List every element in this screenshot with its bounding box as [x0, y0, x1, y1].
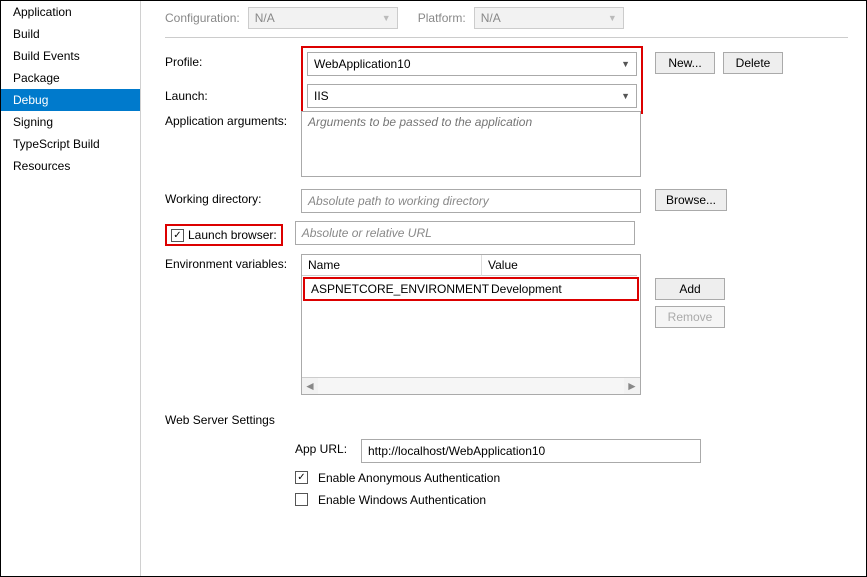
- profile-value: WebApplication10: [314, 57, 411, 71]
- env-row[interactable]: ASPNETCORE_ENVIRONMENT Development: [305, 279, 637, 299]
- launch-value: IIS: [314, 89, 329, 103]
- sidebar-item-typescript[interactable]: TypeScript Build: [1, 133, 140, 155]
- chevron-down-icon: ▼: [382, 13, 391, 23]
- scroll-track[interactable]: [318, 378, 624, 394]
- remove-button: Remove: [655, 306, 725, 328]
- windows-auth-label: Enable Windows Authentication: [318, 493, 486, 507]
- platform-label: Platform:: [418, 11, 466, 25]
- add-button[interactable]: Add: [655, 278, 725, 300]
- sidebar-item-application[interactable]: Application: [1, 1, 140, 23]
- config-platform-bar: Configuration: N/A ▼ Platform: N/A ▼: [165, 7, 848, 38]
- anonymous-auth-label: Enable Anonymous Authentication: [318, 471, 500, 485]
- working-directory-label: Working directory:: [165, 189, 295, 206]
- main-panel: Configuration: N/A ▼ Platform: N/A ▼ Pro…: [141, 1, 866, 576]
- platform-dropdown: N/A ▼: [474, 7, 624, 29]
- app-url-input[interactable]: http://localhost/WebApplication10: [361, 439, 701, 463]
- configuration-dropdown: N/A ▼: [248, 7, 398, 29]
- chevron-down-icon: ▼: [621, 91, 630, 101]
- anonymous-auth-checkbox[interactable]: [295, 471, 308, 484]
- chevron-down-icon: ▼: [621, 59, 630, 69]
- sidebar-item-signing[interactable]: Signing: [1, 111, 140, 133]
- launch-dropdown[interactable]: IIS ▼: [307, 84, 637, 108]
- chevron-down-icon: ▼: [608, 13, 617, 23]
- sidebar-item-build-events[interactable]: Build Events: [1, 45, 140, 67]
- browse-button[interactable]: Browse...: [655, 189, 727, 211]
- env-col-value: Value: [482, 255, 637, 276]
- profile-dropdown[interactable]: WebApplication10 ▼: [307, 52, 637, 76]
- working-directory-placeholder: Absolute path to working directory: [308, 194, 489, 208]
- launch-label: Launch:: [165, 86, 295, 103]
- launch-browser-placeholder: Absolute or relative URL: [302, 226, 432, 240]
- new-button[interactable]: New...: [655, 52, 715, 74]
- sidebar-item-package[interactable]: Package: [1, 67, 140, 89]
- launch-browser-checkbox[interactable]: [171, 229, 184, 242]
- web-server-section-title: Web Server Settings: [165, 413, 848, 427]
- app-arguments-input[interactable]: [301, 111, 641, 177]
- scroll-left-icon[interactable]: ◄: [302, 379, 318, 393]
- app-url-label: App URL:: [295, 439, 355, 456]
- settings-sidebar: Application Build Build Events Package D…: [1, 1, 141, 576]
- env-row-name: ASPNETCORE_ENVIRONMENT: [305, 279, 485, 299]
- delete-button[interactable]: Delete: [723, 52, 783, 74]
- configuration-label: Configuration:: [165, 11, 240, 25]
- profile-label: Profile:: [165, 52, 295, 69]
- env-scrollbar[interactable]: ◄ ►: [302, 377, 640, 394]
- launch-browser-input[interactable]: Absolute or relative URL: [295, 221, 635, 245]
- configuration-value: N/A: [255, 11, 275, 25]
- sidebar-item-resources[interactable]: Resources: [1, 155, 140, 177]
- scroll-right-icon[interactable]: ►: [624, 379, 640, 393]
- app-url-value: http://localhost/WebApplication10: [368, 444, 545, 458]
- windows-auth-checkbox[interactable]: [295, 493, 308, 506]
- launch-browser-label: Launch browser:: [188, 228, 277, 242]
- env-vars-label: Environment variables:: [165, 254, 295, 271]
- env-row-value: Development: [485, 279, 637, 299]
- platform-value: N/A: [481, 11, 501, 25]
- working-directory-input[interactable]: Absolute path to working directory: [301, 189, 641, 213]
- sidebar-item-debug[interactable]: Debug: [1, 89, 140, 111]
- app-arguments-label: Application arguments:: [165, 111, 295, 128]
- env-vars-table: Name Value ASPNETCORE_ENVIRONMENT Develo…: [301, 254, 641, 395]
- env-col-name: Name: [302, 255, 482, 276]
- sidebar-item-build[interactable]: Build: [1, 23, 140, 45]
